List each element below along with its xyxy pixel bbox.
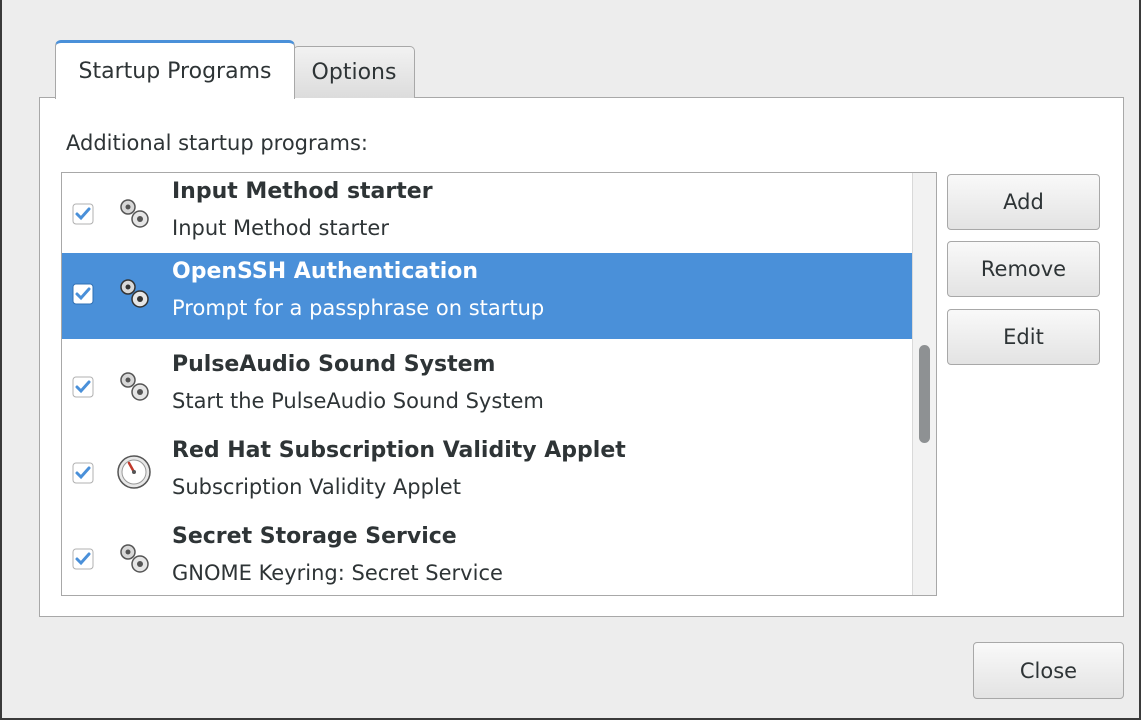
checkbox-checked[interactable]: [72, 462, 94, 484]
checkbox-checked[interactable]: [72, 376, 94, 398]
program-title: PulseAudio Sound System: [172, 352, 496, 377]
startup-applications-window: Startup Programs Options Additional star…: [0, 0, 1141, 720]
tab-options[interactable]: Options: [293, 46, 415, 98]
edit-button[interactable]: Edit: [947, 309, 1100, 365]
add-button[interactable]: Add: [947, 174, 1100, 230]
checkbox-checked[interactable]: [72, 283, 94, 305]
program-title: Input Method starter: [172, 179, 433, 204]
section-label: Additional startup programs:: [66, 131, 368, 155]
gears-icon: [120, 372, 149, 401]
tab-startup-programs[interactable]: Startup Programs: [55, 40, 295, 99]
startup-programs-list[interactable]: Input Method starter Input Method starte…: [61, 172, 937, 596]
list-item[interactable]: PulseAudio Sound System Start the PulseA…: [62, 346, 912, 432]
list-scrollbar[interactable]: [912, 173, 936, 595]
program-title: Secret Storage Service: [172, 524, 457, 549]
list-item[interactable]: Secret Storage Service GNOME Keyring: Se…: [62, 518, 912, 595]
close-button[interactable]: Close: [973, 642, 1124, 699]
program-description: Prompt for a passphrase on startup: [172, 296, 545, 320]
remove-button[interactable]: Remove: [947, 241, 1100, 297]
gears-icon: [120, 199, 149, 228]
checkbox-checked[interactable]: [72, 548, 94, 570]
list-item[interactable]: Red Hat Subscription Validity Applet Sub…: [62, 432, 912, 518]
program-title: Red Hat Subscription Validity Applet: [172, 438, 626, 463]
scrollbar-thumb[interactable]: [919, 345, 930, 443]
checkbox-checked[interactable]: [72, 203, 94, 225]
program-description: Start the PulseAudio Sound System: [172, 389, 544, 413]
gears-icon: [120, 279, 149, 308]
gears-icon: [120, 544, 149, 573]
program-description: Input Method starter: [172, 216, 389, 240]
gauge-icon: [117, 455, 151, 489]
list-item-selected[interactable]: OpenSSH Authentication Prompt for a pass…: [62, 253, 912, 339]
list-item[interactable]: Input Method starter Input Method starte…: [62, 173, 912, 259]
program-description: GNOME Keyring: Secret Service: [172, 561, 503, 585]
program-description: Subscription Validity Applet: [172, 475, 461, 499]
program-title: OpenSSH Authentication: [172, 259, 479, 284]
